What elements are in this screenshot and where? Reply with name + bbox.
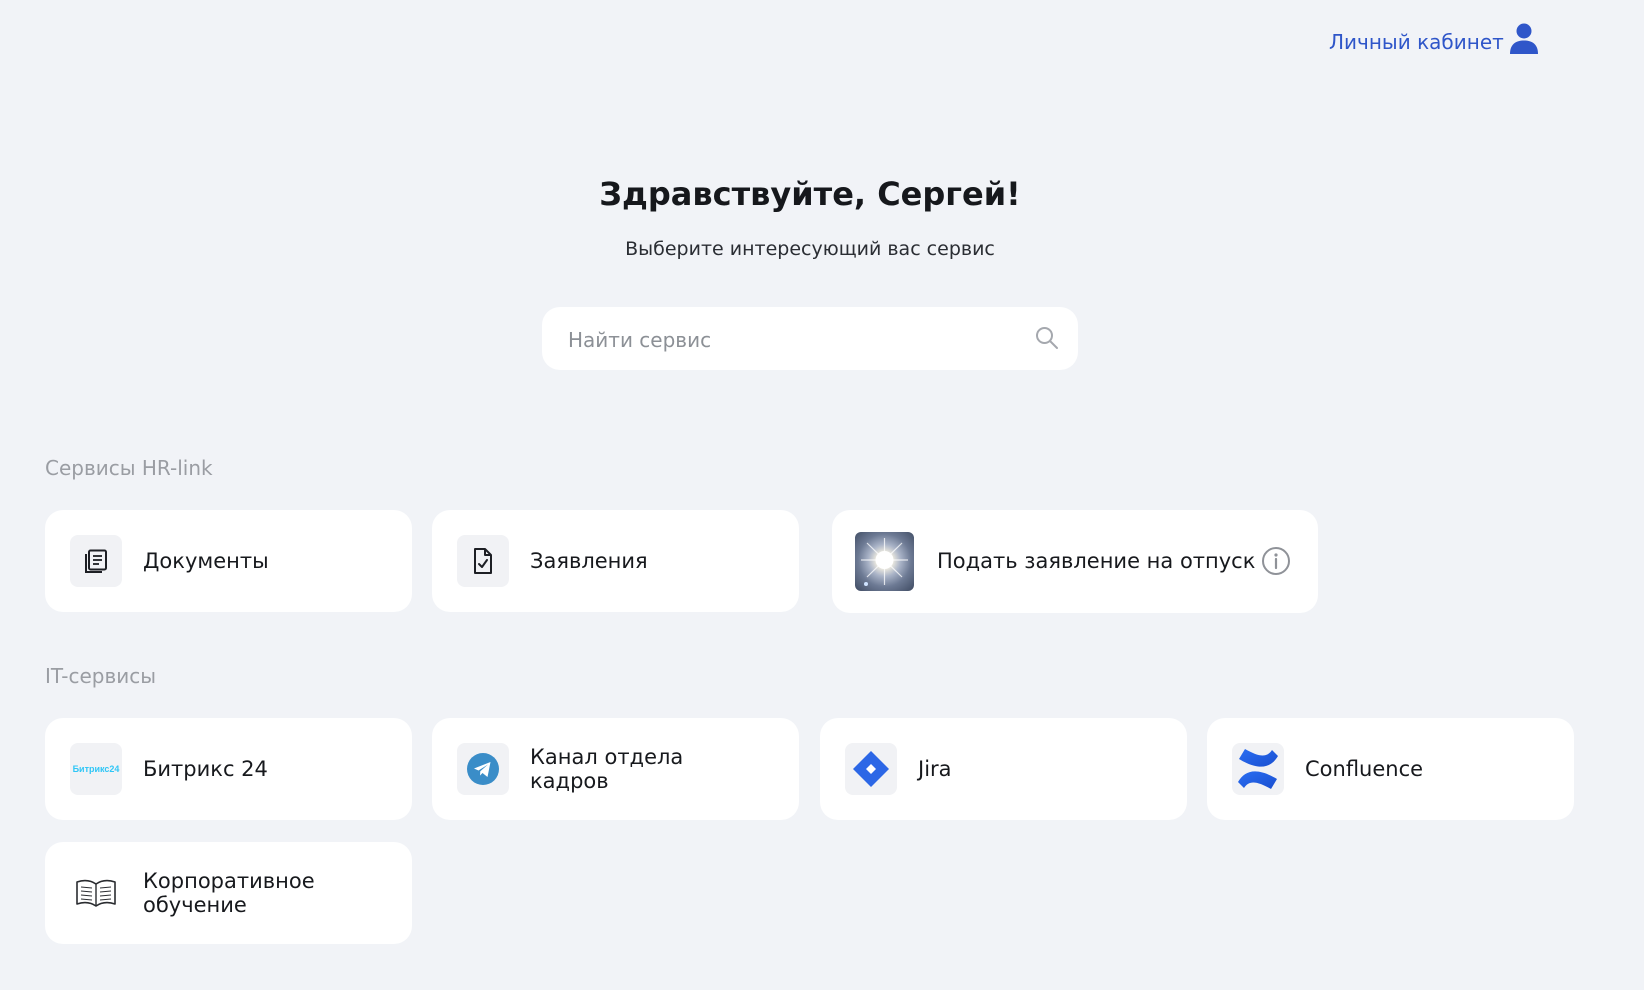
jira-icon [845,743,897,795]
top-bar: Личный кабинет [0,22,1644,58]
page-subtitle: Выберите интересующий вас сервис [625,238,995,260]
service-card-hr-channel[interactable]: Канал отдела кадров [432,718,799,820]
info-icon[interactable] [1261,546,1291,576]
service-card-label: Канал отдела кадров [530,745,684,793]
service-card-corporate-training[interactable]: Корпоративное обучение [45,842,412,944]
file-check-icon [457,535,509,587]
service-card-label: Confluence [1305,757,1424,781]
bitrix24-logo: Битрикс24 [70,743,122,795]
search-input[interactable] [566,307,1010,372]
service-card-documents[interactable]: Документы [45,510,412,612]
service-card-applications[interactable]: Заявления [432,510,799,612]
section-title-it: IT-сервисы [45,664,157,688]
service-card-label: Корпоративное обучение [143,869,315,917]
service-card-label: Jira [918,757,952,781]
service-card-bitrix24[interactable]: Битрикс24 Битрикс 24 [45,718,412,820]
service-card-confluence[interactable]: Confluence [1207,718,1574,820]
service-card-label: Заявления [530,549,648,573]
vacation-photo [855,532,914,591]
search-box [542,307,1078,372]
personal-account-link[interactable]: Личный кабинет [1329,30,1504,54]
book-icon [70,867,122,919]
search-icon[interactable] [1034,325,1060,351]
confluence-icon [1232,743,1284,795]
service-card-vacation[interactable]: Подать заявление на отпуск [832,510,1318,613]
service-card-jira[interactable]: Jira [820,718,1187,820]
service-card-label: Документы [143,549,269,573]
telegram-icon [457,743,509,795]
page-title: Здравствуйте, Сергей! [599,175,1021,213]
documents-icon [70,535,122,587]
service-card-label: Подать заявление на отпуск [937,549,1256,573]
section-title-hr-link: Сервисы HR-link [45,456,213,480]
user-icon[interactable] [1508,22,1540,56]
service-card-label: Битрикс 24 [143,757,268,781]
